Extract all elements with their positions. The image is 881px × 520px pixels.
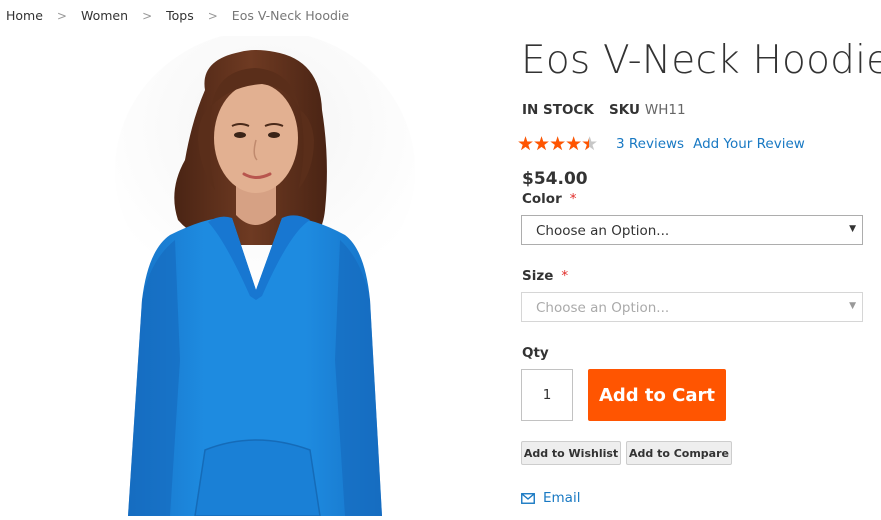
color-select-value: Choose an Option... bbox=[536, 223, 670, 239]
breadcrumb-women[interactable]: Women bbox=[81, 8, 128, 23]
qty-input[interactable]: 1 bbox=[521, 369, 573, 421]
stock-status: IN STOCK bbox=[522, 102, 594, 118]
sku-value: WH11 bbox=[644, 102, 686, 118]
required-marker: * bbox=[561, 268, 569, 284]
dropdown-arrow-icon: ▼ bbox=[849, 224, 856, 234]
breadcrumb-tops[interactable]: Tops bbox=[166, 8, 194, 23]
qty-label: Qty bbox=[522, 345, 549, 361]
envelope-icon bbox=[521, 492, 535, 504]
add-review-link[interactable]: Add Your Review bbox=[693, 136, 805, 152]
sku-label: SKU bbox=[609, 102, 640, 118]
product-rating: ★★★★★ ★★★★★ 3 Reviews Add Your Review bbox=[517, 134, 805, 154]
reviews-link[interactable]: 3 Reviews bbox=[616, 136, 684, 152]
dropdown-arrow-icon: ▼ bbox=[849, 301, 856, 311]
breadcrumb-current: Eos V-Neck Hoodie bbox=[231, 8, 350, 23]
page-title: Eos V-Neck Hoodie bbox=[521, 38, 881, 83]
rating-stars: ★★★★★ ★★★★★ bbox=[517, 134, 607, 154]
product-gallery[interactable] bbox=[0, 30, 500, 517]
add-to-cart-button[interactable]: Add to Cart bbox=[588, 369, 726, 421]
color-label-text: Color bbox=[522, 191, 562, 207]
breadcrumb: Home > Women > Tops > Eos V-Neck Hoodie bbox=[6, 8, 349, 23]
product-price: $54.00 bbox=[522, 169, 588, 189]
required-marker: * bbox=[569, 191, 577, 207]
email-link[interactable]: Email bbox=[521, 490, 580, 506]
size-select[interactable]: Choose an Option... ▼ bbox=[521, 292, 863, 322]
size-label-text: Size bbox=[522, 268, 554, 284]
size-select-value: Choose an Option... bbox=[536, 300, 670, 316]
breadcrumb-separator: > bbox=[207, 9, 218, 23]
breadcrumb-home[interactable]: Home bbox=[6, 8, 43, 23]
color-label: Color * bbox=[522, 191, 577, 207]
breadcrumb-separator: > bbox=[142, 9, 153, 23]
color-select[interactable]: Choose an Option... ▼ bbox=[521, 215, 863, 245]
add-to-compare-button[interactable]: Add to Compare bbox=[626, 441, 732, 465]
breadcrumb-separator: > bbox=[56, 9, 67, 23]
add-to-wishlist-button[interactable]: Add to Wishlist bbox=[521, 441, 621, 465]
size-label: Size * bbox=[522, 268, 568, 284]
product-image bbox=[115, 30, 415, 517]
product-sku: SKU WH11 bbox=[609, 102, 686, 118]
email-label: Email bbox=[543, 490, 581, 506]
rating-stars-filled: ★★★★★ bbox=[517, 134, 589, 154]
